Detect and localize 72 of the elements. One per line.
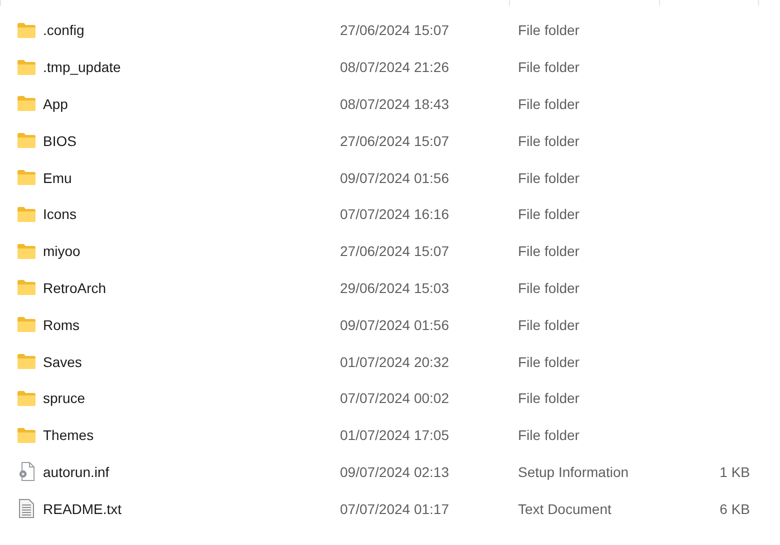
file-row[interactable]: miyoo 27/06/2024 15:07 File folder bbox=[0, 232, 780, 270]
file-name: Icons bbox=[43, 206, 76, 222]
file-name: BIOS bbox=[43, 132, 76, 149]
file-row[interactable]: RetroArch 29/06/2024 15:03 File folder bbox=[0, 270, 780, 306]
file-type: File folder bbox=[518, 132, 580, 149]
file-name: Roms bbox=[43, 316, 80, 333]
file-type: File folder bbox=[518, 170, 580, 186]
file-name: .config bbox=[43, 22, 84, 38]
date-modified: 01/07/2024 17:05 bbox=[340, 427, 449, 444]
file-name: Saves bbox=[43, 354, 82, 370]
date-modified: 09/07/2024 01:56 bbox=[340, 316, 449, 333]
file-row[interactable]: Saves 01/07/2024 20:32 File folder bbox=[0, 343, 780, 380]
file-row[interactable]: .tmp_update 08/07/2024 21:26 File folder bbox=[0, 48, 780, 86]
file-name: RetroArch bbox=[43, 280, 106, 296]
file-type: Text Document bbox=[518, 500, 612, 517]
file-row[interactable]: Icons 07/07/2024 16:16 File folder bbox=[0, 196, 780, 233]
file-row[interactable]: README.txt 07/07/2024 01:17 Text Document 6 KB bbox=[0, 490, 780, 528]
file-row[interactable]: spruce 07/07/2024 00:02 File folder bbox=[0, 380, 780, 417]
folder-icon bbox=[17, 354, 36, 370]
folder-icon bbox=[17, 96, 36, 112]
folder-icon bbox=[17, 390, 36, 406]
folder-icon bbox=[17, 244, 36, 259]
file-name: autorun.inf bbox=[43, 464, 110, 480]
file-name: spruce bbox=[43, 390, 86, 406]
date-modified: 07/07/2024 16:16 bbox=[340, 206, 449, 222]
date-modified: 01/07/2024 20:32 bbox=[340, 354, 449, 370]
file-name: App bbox=[43, 96, 68, 112]
date-modified: 27/06/2024 15:07 bbox=[340, 22, 449, 38]
date-modified: 07/07/2024 01:17 bbox=[340, 500, 449, 517]
file-row[interactable]: Emu 09/07/2024 01:56 File folder bbox=[0, 159, 780, 196]
file-row[interactable]: BIOS 27/06/2024 15:07 File folder bbox=[0, 122, 780, 160]
folder-icon bbox=[17, 206, 36, 222]
file-type: File folder bbox=[518, 427, 580, 444]
folder-icon bbox=[17, 60, 36, 75]
file-name: Emu bbox=[43, 170, 72, 186]
file-type: File folder bbox=[518, 243, 580, 260]
date-modified: 09/07/2024 01:56 bbox=[340, 170, 449, 186]
text-document-icon bbox=[17, 499, 36, 518]
file-size: 1 KB bbox=[720, 464, 750, 480]
folder-icon bbox=[17, 22, 36, 38]
file-type: File folder bbox=[518, 390, 580, 406]
file-name: .tmp_update bbox=[43, 59, 121, 76]
file-type: Setup Information bbox=[518, 464, 629, 480]
file-name: README.txt bbox=[43, 500, 122, 517]
folder-icon bbox=[17, 280, 36, 296]
date-modified: 29/06/2024 15:03 bbox=[340, 280, 449, 296]
file-type: File folder bbox=[518, 316, 580, 333]
file-type: File folder bbox=[518, 96, 580, 112]
file-type: File folder bbox=[518, 206, 580, 222]
gear-document-icon bbox=[17, 462, 36, 482]
date-modified: 07/07/2024 00:02 bbox=[340, 390, 449, 406]
folder-icon bbox=[17, 170, 36, 186]
file-size: 6 KB bbox=[720, 500, 750, 517]
file-name: miyoo bbox=[43, 243, 80, 260]
file-type: File folder bbox=[518, 354, 580, 370]
file-row[interactable]: autorun.inf 09/07/2024 02:13 Setup Information 1 KB bbox=[0, 454, 780, 490]
folder-icon bbox=[17, 133, 36, 148]
file-row[interactable]: App 08/07/2024 18:43 File folder bbox=[0, 86, 780, 122]
date-modified: 08/07/2024 18:43 bbox=[340, 96, 449, 112]
file-type: File folder bbox=[518, 22, 580, 38]
folder-icon bbox=[17, 317, 36, 332]
date-modified: 27/06/2024 15:07 bbox=[340, 132, 449, 149]
file-row[interactable]: .config 27/06/2024 15:07 File folder bbox=[0, 12, 780, 49]
file-row[interactable]: Themes 01/07/2024 17:05 File folder bbox=[0, 416, 780, 454]
file-type: File folder bbox=[518, 59, 580, 76]
date-modified: 09/07/2024 02:13 bbox=[340, 464, 449, 480]
file-name: Themes bbox=[43, 427, 94, 444]
file-row[interactable]: Roms 09/07/2024 01:56 File folder bbox=[0, 306, 780, 344]
file-type: File folder bbox=[518, 280, 580, 296]
folder-icon bbox=[17, 428, 36, 443]
date-modified: 27/06/2024 15:07 bbox=[340, 243, 449, 260]
date-modified: 08/07/2024 21:26 bbox=[340, 59, 449, 76]
